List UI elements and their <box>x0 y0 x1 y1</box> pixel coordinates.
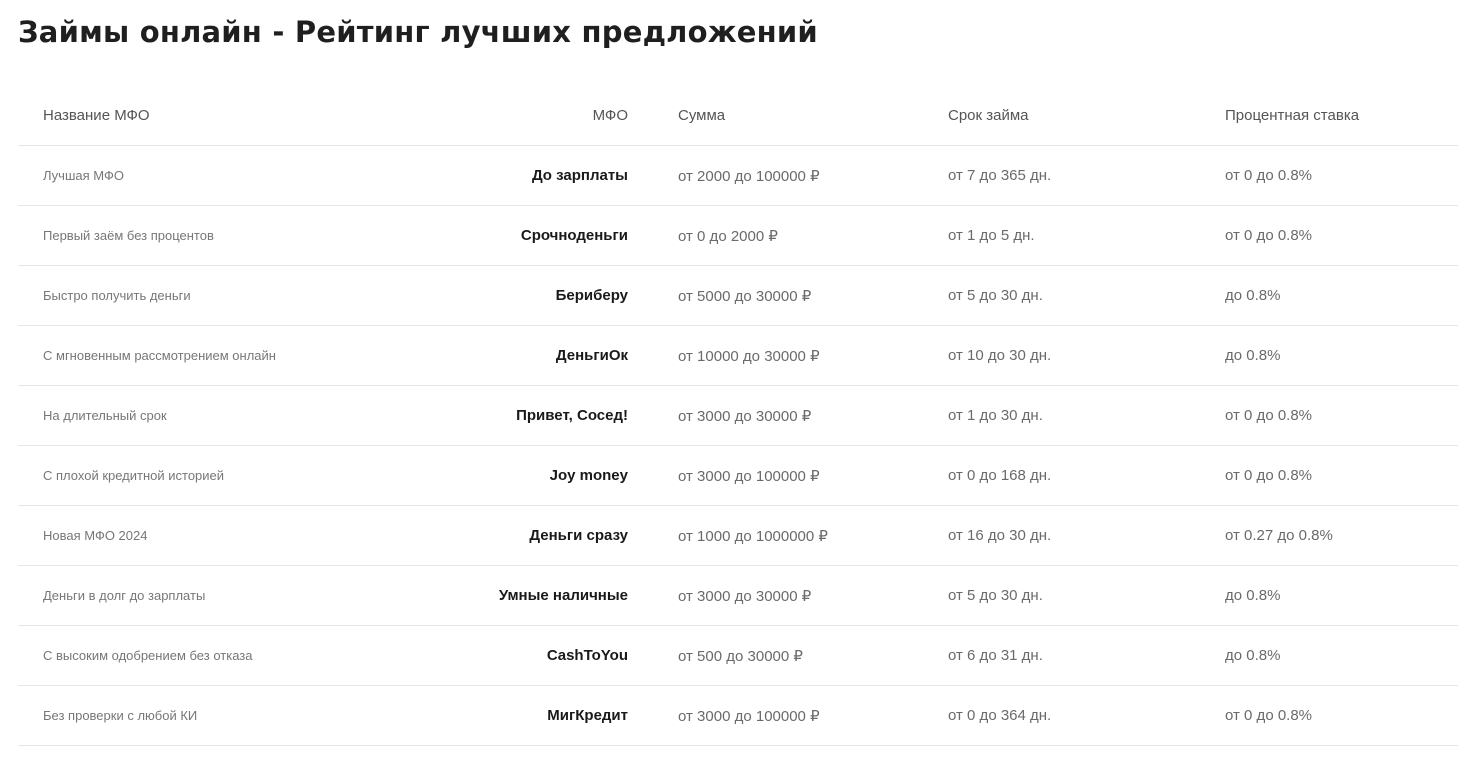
row-sum: от 3000 до 30000 ₽ <box>628 385 905 446</box>
row-mfo-link[interactable]: Привет, Сосед! <box>418 385 628 446</box>
row-term: от 10 до 30 дн. <box>905 325 1182 386</box>
row-rate: от 0 до 0.8% <box>1182 685 1458 746</box>
row-category: Деньги в долг до зарплаты <box>18 565 418 626</box>
table-row[interactable]: На длительный срок Привет, Сосед! от 300… <box>18 385 1458 446</box>
row-rate: до 0.8% <box>1182 325 1458 386</box>
row-sum: от 10000 до 30000 ₽ <box>628 325 905 386</box>
row-term: от 0 до 364 дн. <box>905 685 1182 746</box>
row-mfo-link[interactable]: Срочноденьги <box>418 205 628 266</box>
row-category: Лучшая МФО <box>18 145 418 206</box>
table-row[interactable]: Лучшая МФО До зарплаты от 2000 до 100000… <box>18 145 1458 206</box>
row-sum: от 3000 до 30000 ₽ <box>628 565 905 626</box>
row-mfo-link[interactable]: ДеньгиОк <box>418 325 628 386</box>
table-row[interactable]: Первый заём без процентов Срочноденьги о… <box>18 205 1458 266</box>
row-sum: от 5000 до 30000 ₽ <box>628 265 905 326</box>
row-rate: от 0 до 0.8% <box>1182 205 1458 266</box>
row-rate: от 0 до 0.8% <box>1182 445 1458 506</box>
table-row[interactable]: Новая МФО 2024 Деньги сразу от 1000 до 1… <box>18 505 1458 566</box>
header-category: Название МФО <box>18 85 418 146</box>
table-row[interactable]: С высоким одобрением без отказа CashToYo… <box>18 625 1458 686</box>
table-row[interactable]: Деньги в долг до зарплаты Умные наличные… <box>18 565 1458 626</box>
row-mfo-link[interactable]: До зарплаты <box>418 145 628 206</box>
row-sum: от 3000 до 100000 ₽ <box>628 685 905 746</box>
row-sum: от 1000 до 1000000 ₽ <box>628 505 905 566</box>
row-mfo-link[interactable]: Деньги сразу <box>418 505 628 566</box>
header-rate: Процентная ставка <box>1182 85 1458 146</box>
header-mfo: МФО <box>418 85 628 146</box>
row-term: от 1 до 5 дн. <box>905 205 1182 266</box>
row-rate: от 0 до 0.8% <box>1182 385 1458 446</box>
row-mfo-link[interactable]: Joy money <box>418 445 628 506</box>
row-sum: от 3000 до 100000 ₽ <box>628 445 905 506</box>
row-sum: от 2000 до 100000 ₽ <box>628 145 905 206</box>
row-category: Без проверки с любой КИ <box>18 685 418 746</box>
table-header-row: Название МФО МФО Сумма Срок займа Процен… <box>18 85 1458 146</box>
row-mfo-link[interactable]: CashToYou <box>418 625 628 686</box>
row-term: от 5 до 30 дн. <box>905 565 1182 626</box>
table-row[interactable]: С плохой кредитной историей Joy money от… <box>18 445 1458 506</box>
row-mfo-link[interactable]: МигКредит <box>418 685 628 746</box>
table-row[interactable]: Быстро получить деньги Бериберу от 5000 … <box>18 265 1458 326</box>
row-category: На длительный срок <box>18 385 418 446</box>
mfo-rating-table: Название МФО МФО Сумма Срок займа Процен… <box>18 85 1458 746</box>
row-category: Первый заём без процентов <box>18 205 418 266</box>
header-term: Срок займа <box>905 85 1182 146</box>
row-category: Новая МФО 2024 <box>18 505 418 566</box>
row-sum: от 500 до 30000 ₽ <box>628 625 905 686</box>
row-rate: до 0.8% <box>1182 265 1458 326</box>
row-category: С высоким одобрением без отказа <box>18 625 418 686</box>
row-category: С мгновенным рассмотрением онлайн <box>18 325 418 386</box>
row-term: от 0 до 168 дн. <box>905 445 1182 506</box>
row-category: С плохой кредитной историей <box>18 445 418 506</box>
table-row[interactable]: Без проверки с любой КИ МигКредит от 300… <box>18 685 1458 746</box>
row-category: Быстро получить деньги <box>18 265 418 326</box>
row-term: от 6 до 31 дн. <box>905 625 1182 686</box>
row-mfo-link[interactable]: Умные наличные <box>418 565 628 626</box>
table-row[interactable]: С мгновенным рассмотрением онлайн Деньги… <box>18 325 1458 386</box>
row-rate: до 0.8% <box>1182 625 1458 686</box>
row-rate: от 0.27 до 0.8% <box>1182 505 1458 566</box>
row-sum: от 0 до 2000 ₽ <box>628 205 905 266</box>
row-term: от 7 до 365 дн. <box>905 145 1182 206</box>
row-term: от 5 до 30 дн. <box>905 265 1182 326</box>
row-rate: от 0 до 0.8% <box>1182 145 1458 206</box>
header-sum: Сумма <box>628 85 905 146</box>
row-mfo-link[interactable]: Бериберу <box>418 265 628 326</box>
page-title: Займы онлайн - Рейтинг лучших предложени… <box>18 15 818 49</box>
row-term: от 16 до 30 дн. <box>905 505 1182 566</box>
row-rate: до 0.8% <box>1182 565 1458 626</box>
row-term: от 1 до 30 дн. <box>905 385 1182 446</box>
